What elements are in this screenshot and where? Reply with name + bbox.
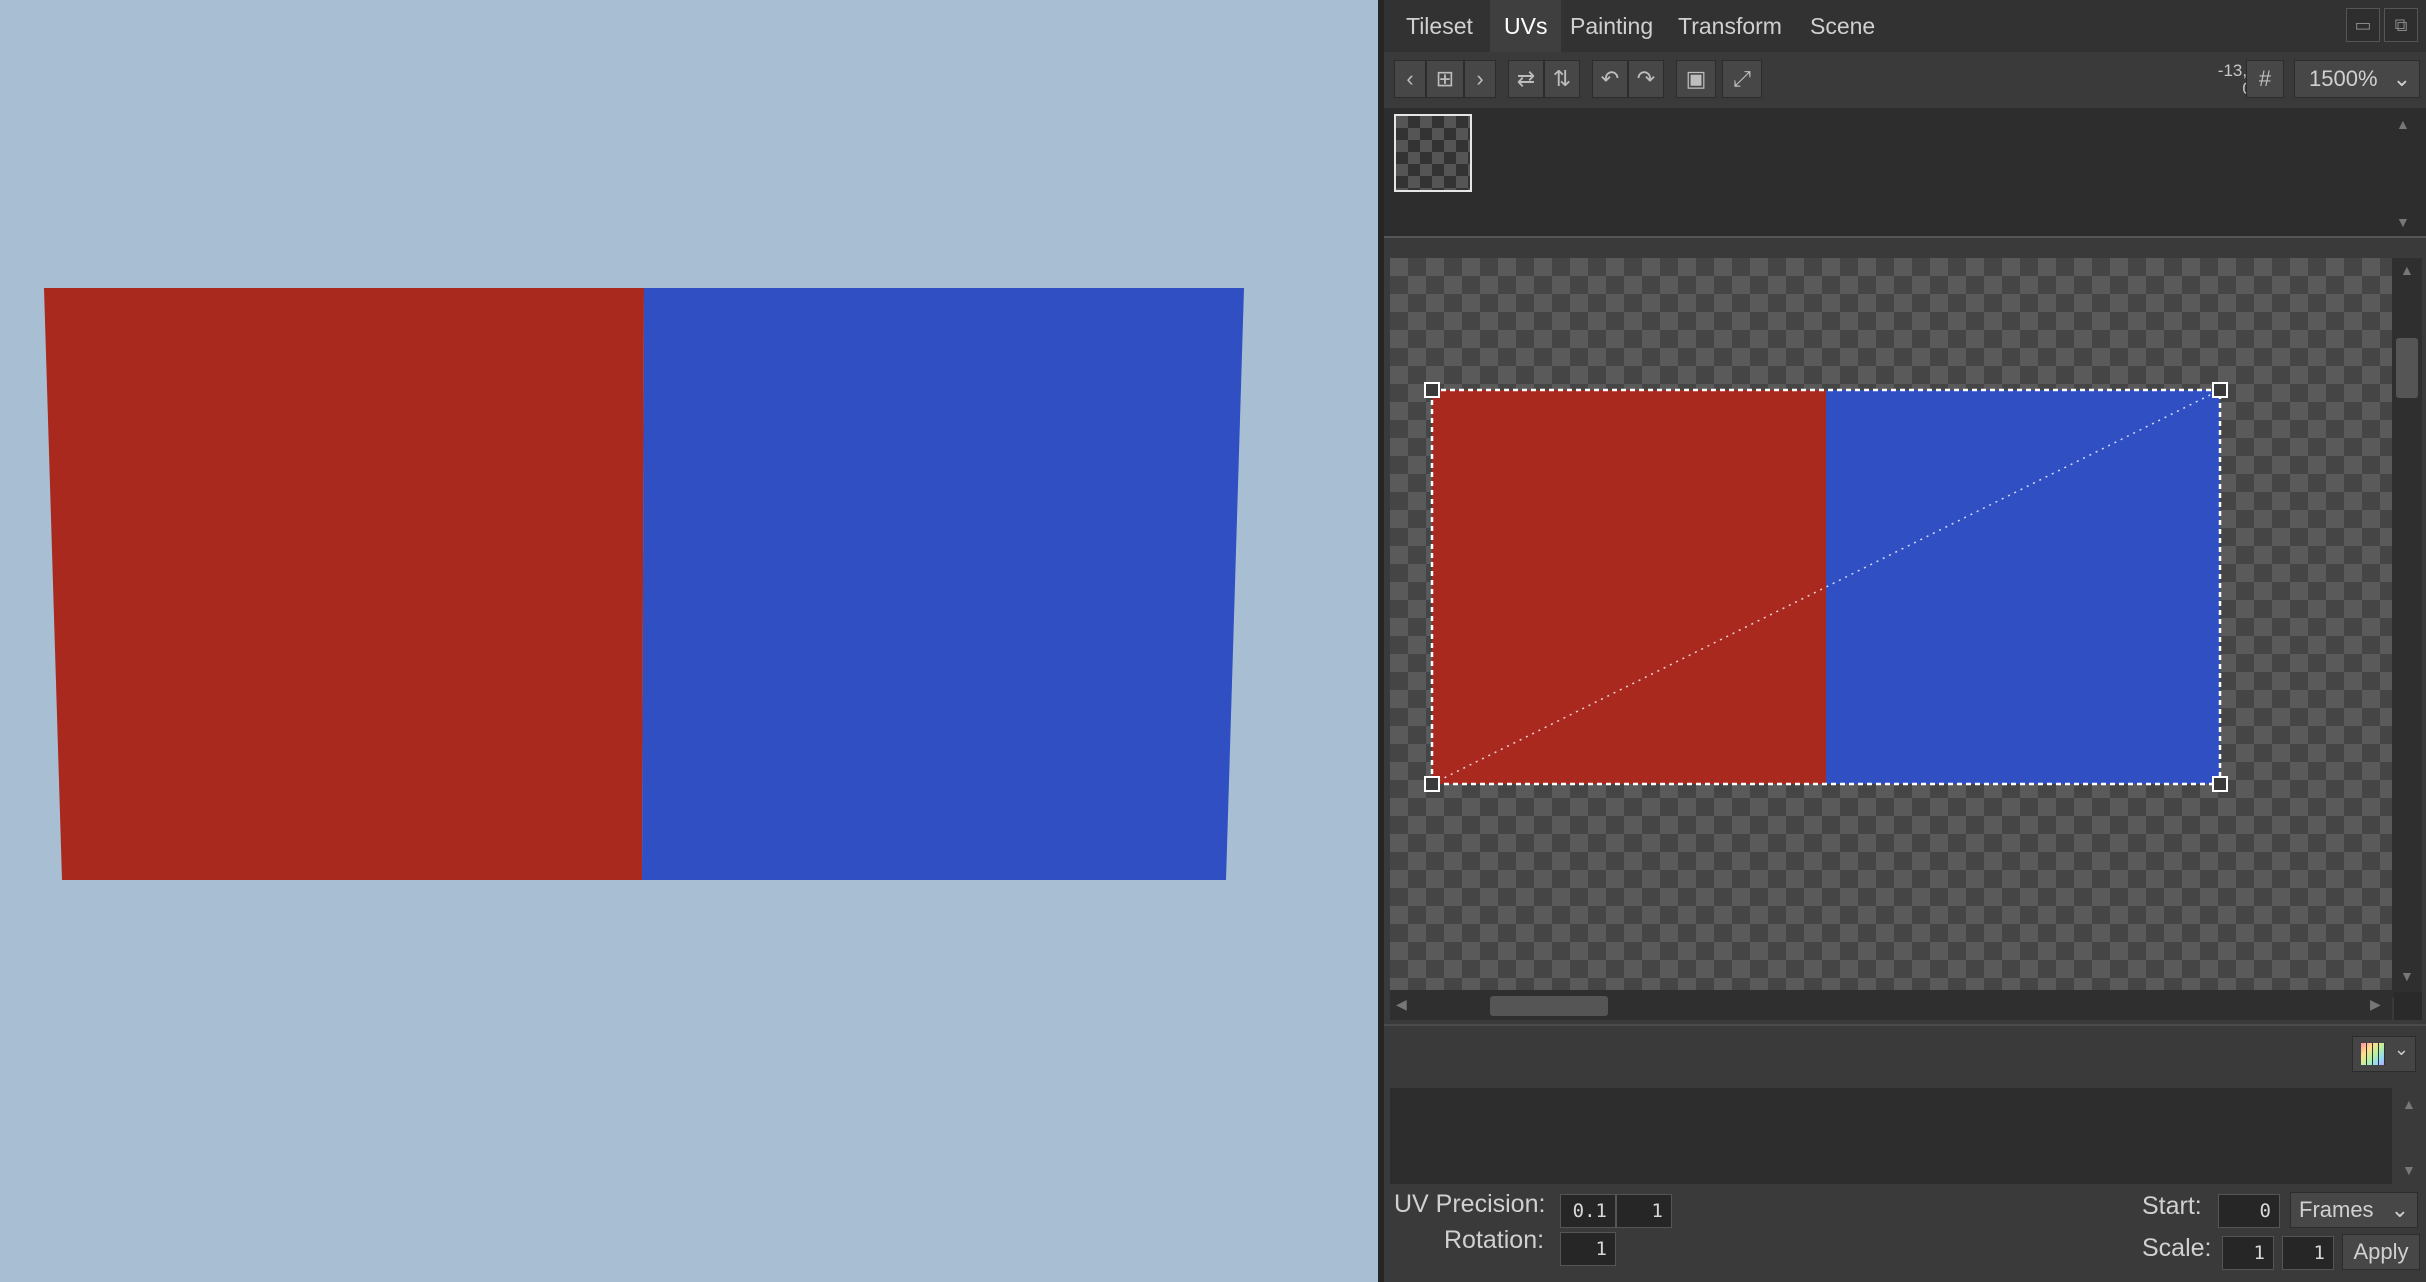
flip-horizontal-icon[interactable]: ⇄ xyxy=(1508,60,1544,98)
scroll-corner xyxy=(2394,992,2422,1020)
palette-row: ⌄ xyxy=(1384,1024,2426,1080)
fit-icon[interactable]: ⤢ xyxy=(1722,60,1762,98)
uv-precision-field-2[interactable]: 1 xyxy=(1616,1194,1672,1228)
uv-precision-label: UV Precision: xyxy=(1394,1190,1546,1218)
zoom-dropdown[interactable]: 1500% ⌄ xyxy=(2294,60,2420,98)
chevron-right-icon[interactable]: › xyxy=(1464,60,1496,98)
tile-list[interactable]: ▲ ▼ xyxy=(1384,108,2426,236)
uv-red-region xyxy=(1432,390,1826,784)
uv-precision-field-1[interactable]: 0.1 xyxy=(1560,1194,1616,1228)
frame-icon[interactable]: ▣ xyxy=(1676,60,1716,98)
tile-grid-icon[interactable]: ⊞ xyxy=(1426,60,1464,98)
tab-painting[interactable]: Painting xyxy=(1556,0,1667,52)
tile-thumbnail[interactable] xyxy=(1394,114,1472,192)
apply-button[interactable]: Apply xyxy=(2342,1234,2420,1270)
start-field[interactable]: 0 xyxy=(2218,1194,2280,1228)
scale-field-1[interactable]: 1 xyxy=(2222,1236,2274,1270)
animation-list[interactable]: ▲ ▼ xyxy=(1390,1088,2416,1184)
scroll-down-icon[interactable]: ▼ xyxy=(2400,968,2414,984)
blue-face xyxy=(642,288,1244,880)
palette-icon xyxy=(2361,1043,2385,1065)
scroll-left-icon[interactable]: ◀ xyxy=(1396,996,1407,1013)
3d-viewport[interactable] xyxy=(0,0,1378,1282)
rotation-label: Rotation: xyxy=(1444,1226,1545,1254)
scroll-up-icon[interactable]: ▲ xyxy=(2400,262,2414,278)
rotation-field[interactable]: 1 xyxy=(1560,1232,1616,1266)
flip-vertical-icon[interactable]: ⇅ xyxy=(1544,60,1580,98)
scroll-up-icon[interactable]: ▲ xyxy=(2402,1096,2416,1112)
tab-uvs[interactable]: UVs xyxy=(1490,0,1562,52)
uv-editor-canvas[interactable] xyxy=(1390,258,2392,1020)
uv-handle-bottom-left[interactable] xyxy=(1424,776,1440,792)
chevron-left-icon[interactable]: ‹ xyxy=(1394,60,1426,98)
scroll-up-icon[interactable]: ▲ xyxy=(2396,116,2410,132)
uv-toolbar: ‹ ⊞ › ⇄ ⇅ ↶ ↷ ▣ ⤢ -13,44 0,0 # 1500% ⌄ xyxy=(1384,52,2426,106)
uv-properties: UV Precision: 0.1 1 Rotation: 1 Start: 0… xyxy=(1384,1184,2426,1282)
splitter[interactable] xyxy=(1384,236,2426,248)
undock-icon[interactable]: ▭ xyxy=(2346,8,2380,42)
tileset-editor-panel: Tileset UVs Painting Transform Scene ▭ ⧉… xyxy=(1378,0,2426,1282)
uv-horizontal-scrollbar[interactable]: ◀ ▶ xyxy=(1390,990,2392,1020)
rotate-cw-icon[interactable]: ↷ xyxy=(1628,60,1664,98)
tab-tileset[interactable]: Tileset xyxy=(1392,0,1487,52)
uv-handle-top-right[interactable] xyxy=(2212,382,2228,398)
red-face xyxy=(44,288,644,880)
chevron-down-icon: ⌄ xyxy=(2392,66,2411,91)
uv-vertical-scroll-thumb[interactable] xyxy=(2396,338,2418,398)
scale-label: Scale: xyxy=(2142,1234,2212,1262)
uv-handle-bottom-right[interactable] xyxy=(2212,776,2228,792)
rotate-ccw-icon[interactable]: ↶ xyxy=(1592,60,1628,98)
uv-handle-top-left[interactable] xyxy=(1424,382,1440,398)
uv-blue-region xyxy=(1826,390,2220,784)
start-unit-dropdown[interactable]: Frames ⌄ xyxy=(2290,1192,2418,1228)
grid-snap-icon[interactable]: # xyxy=(2246,60,2284,98)
zoom-value: 1500% xyxy=(2309,66,2378,91)
scroll-down-icon[interactable]: ▼ xyxy=(2402,1162,2416,1178)
tab-bar: Tileset UVs Painting Transform Scene ▭ ⧉ xyxy=(1384,0,2426,52)
chevron-down-icon: ⌄ xyxy=(2390,1197,2409,1222)
start-unit-value: Frames xyxy=(2299,1197,2374,1222)
uv-horizontal-scroll-thumb[interactable] xyxy=(1490,996,1608,1016)
maximize-icon[interactable]: ⧉ xyxy=(2384,8,2418,42)
viewport-canvas[interactable] xyxy=(0,0,1378,1282)
palette-button[interactable]: ⌄ xyxy=(2352,1036,2416,1072)
scroll-right-icon[interactable]: ▶ xyxy=(2370,996,2381,1013)
scroll-down-icon[interactable]: ▼ xyxy=(2396,214,2410,230)
scale-field-2[interactable]: 1 xyxy=(2282,1236,2334,1270)
tab-transform[interactable]: Transform xyxy=(1664,0,1796,52)
tab-scene[interactable]: Scene xyxy=(1796,0,1889,52)
start-label: Start: xyxy=(2142,1192,2202,1220)
uv-vertical-scrollbar[interactable]: ▲ ▼ xyxy=(2392,258,2422,998)
chevron-down-icon: ⌄ xyxy=(2393,1039,2409,1059)
